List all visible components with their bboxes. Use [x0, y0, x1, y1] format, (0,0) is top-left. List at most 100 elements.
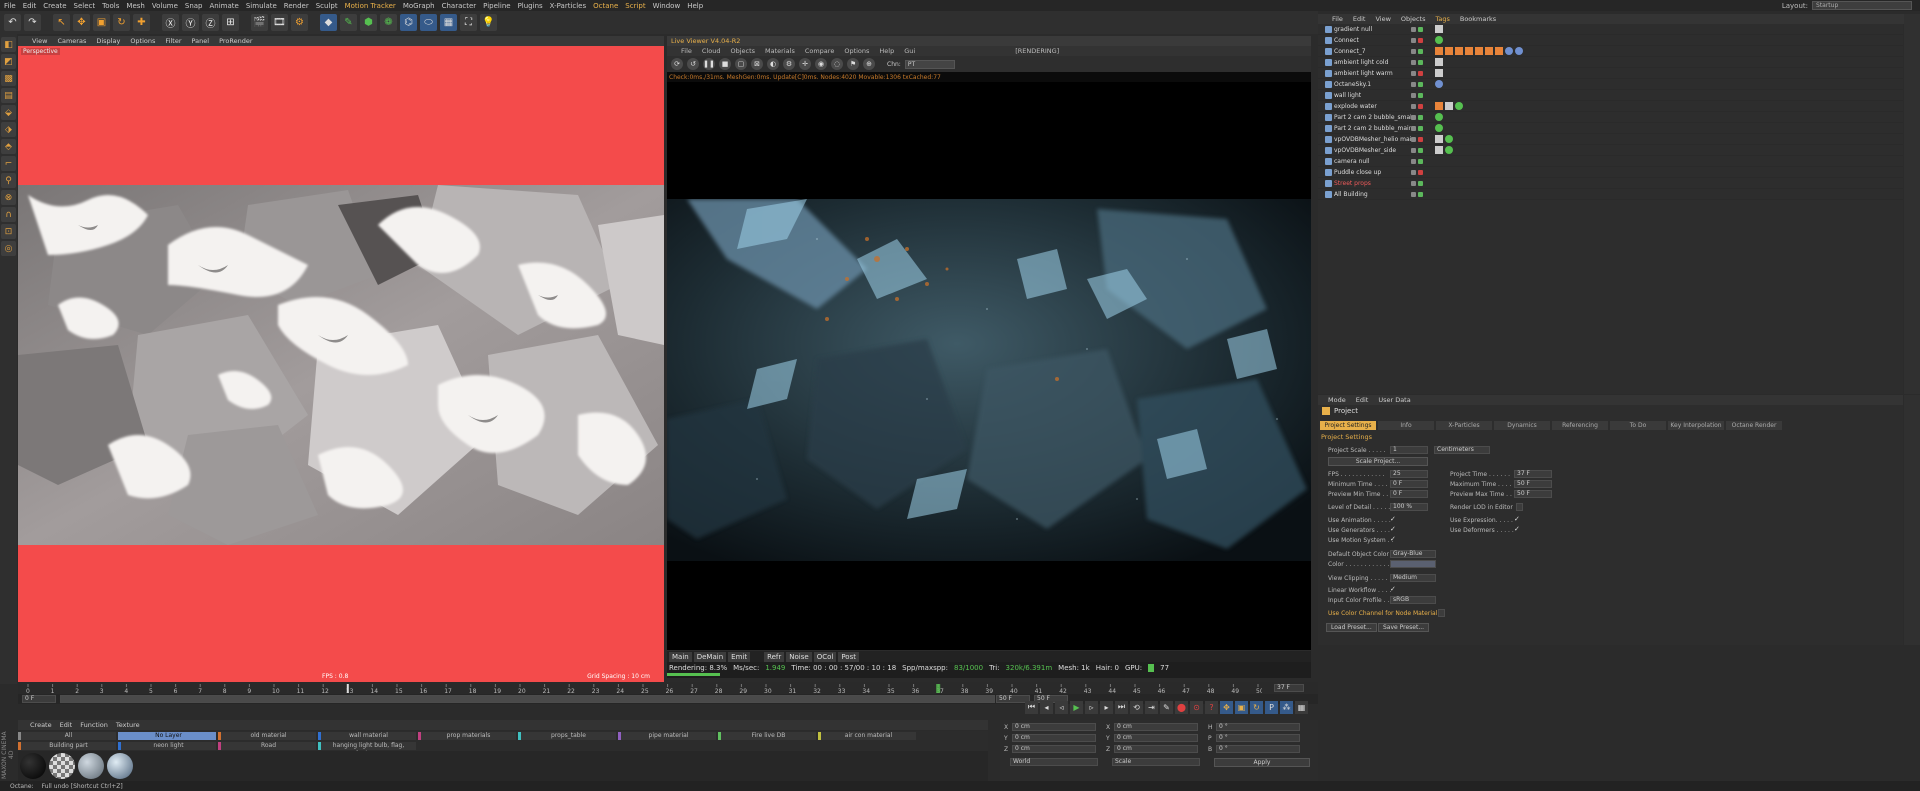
previous-frame-icon[interactable]: ◃ [1055, 700, 1068, 714]
color-swatch[interactable] [1390, 560, 1436, 568]
visibility-toggles[interactable] [1411, 26, 1429, 32]
tweak-mode-icon[interactable]: ⚲ [1, 173, 16, 188]
visibility-toggles[interactable] [1411, 103, 1429, 109]
object-tag-icon[interactable] [1445, 102, 1453, 110]
pick-material-icon[interactable]: ◉ [815, 58, 827, 70]
fps-input[interactable]: 25 [1390, 470, 1428, 478]
menu-simulate[interactable]: Simulate [246, 2, 277, 10]
use-deformers-checkbox[interactable]: ✓ [1514, 525, 1520, 533]
axis-mode-icon[interactable]: ⌐ [1, 156, 16, 171]
object-tag-icon[interactable] [1455, 47, 1463, 55]
om-menu-bookmarks[interactable]: Bookmarks [1460, 15, 1496, 23]
coord-value-input[interactable]: 0 cm [1114, 734, 1198, 742]
input-color-dropdown[interactable]: sRGB [1390, 596, 1436, 604]
mm-menu-function[interactable]: Function [80, 721, 108, 729]
layer-hanging-light-bulb-flag-lanterns[interactable]: hanging light bulb, flag, lanterns [318, 742, 416, 757]
previous-key-icon[interactable]: ◂ [1040, 700, 1053, 714]
editor-visibility-dot[interactable] [1411, 37, 1416, 43]
render-view-icon[interactable]: 🎬 [251, 14, 268, 31]
play-icon[interactable]: ▶ [1070, 700, 1083, 714]
object-row[interactable]: Part 2 cam 2 bubble_small.2 [1318, 112, 1903, 123]
coord-value-input[interactable]: 0 cm [1114, 745, 1198, 753]
edges-mode-icon[interactable]: ⬗ [1, 122, 16, 137]
menu-pipeline[interactable]: Pipeline [483, 2, 510, 10]
timeline-ruler[interactable]: 0 1 2 3 4 5 6 7 8 9 10 11 12 13 14 15 16 17 18 19 20 21 22 23 24… [22, 684, 1262, 693]
render-settings-icon[interactable]: ⚙ [291, 14, 308, 31]
object-tag-icon[interactable] [1445, 146, 1453, 154]
coord-value-input[interactable]: 0 cm [1012, 745, 1096, 753]
polygons-mode-icon[interactable]: ⬘ [1, 139, 16, 154]
menu-volume[interactable]: Volume [152, 2, 178, 10]
render-visibility-dot[interactable] [1418, 147, 1423, 153]
coord-value-input[interactable]: 0 cm [1012, 734, 1096, 742]
viewport-menu-view[interactable]: View [32, 37, 47, 45]
use-motion-checkbox[interactable]: ✓ [1390, 535, 1396, 543]
preview-max-input[interactable]: 50 F [1514, 490, 1552, 498]
lv-tab-main[interactable]: Main [669, 651, 692, 662]
am-menu-mode[interactable]: Mode [1328, 396, 1346, 404]
layer-all[interactable]: All [18, 732, 116, 740]
layer-building-part[interactable]: Building part [18, 742, 116, 750]
menu-character[interactable]: Character [442, 2, 477, 10]
current-frame-field[interactable]: 37 F [1274, 684, 1304, 692]
lv-menu-file[interactable]: File [681, 47, 692, 55]
min-time-input[interactable]: 0 F [1390, 480, 1428, 488]
lv-menu-help[interactable]: Help [879, 47, 894, 55]
render-visibility-dot[interactable] [1418, 92, 1423, 98]
viewport-scene[interactable] [18, 185, 664, 545]
layer-fire-live-db[interactable]: Fire live DB [718, 732, 816, 740]
object-row[interactable]: Connect [1318, 35, 1903, 46]
material-ball-glass[interactable] [107, 753, 133, 779]
object-row[interactable]: camera null [1318, 156, 1903, 167]
camera-icon[interactable]: ⛶ [460, 14, 477, 31]
move-icon[interactable]: ✥ [73, 14, 90, 31]
om-menu-tags[interactable]: Tags [1435, 15, 1449, 23]
lv-tab-ocol[interactable]: OCol [813, 651, 837, 662]
save-preset-button[interactable]: Save Preset... [1378, 623, 1430, 632]
stop-icon[interactable]: ■ [719, 58, 731, 70]
coord-value-input[interactable]: 0 ° [1216, 734, 1300, 742]
use-animation-checkbox[interactable]: ✓ [1390, 515, 1396, 523]
object-row[interactable]: ambient light cold [1318, 57, 1903, 68]
render-visibility-dot[interactable] [1418, 169, 1423, 175]
visibility-toggles[interactable] [1411, 114, 1429, 120]
layout-selector[interactable]: Layout: Startup [1782, 0, 1912, 11]
object-tag-icon[interactable] [1485, 47, 1493, 55]
restart-render-icon[interactable]: ↺ [687, 58, 699, 70]
object-tag-icon[interactable] [1435, 102, 1443, 110]
object-row[interactable]: vpOVDBMesher_helio main [1318, 134, 1903, 145]
editor-visibility-dot[interactable] [1411, 169, 1416, 175]
object-tag-icon[interactable] [1515, 47, 1523, 55]
record-position-icon[interactable]: ✥ [1220, 700, 1233, 714]
menu-mesh[interactable]: Mesh [126, 2, 144, 10]
object-row[interactable]: All Building [1318, 189, 1903, 200]
render-picture-viewer-icon[interactable]: 🎞 [271, 14, 288, 31]
project-scale-input[interactable]: 1 [1390, 446, 1428, 454]
editor-visibility-dot[interactable] [1411, 103, 1416, 109]
keyframe-selection-icon[interactable]: ? [1205, 700, 1218, 714]
make-editable-icon[interactable]: ◧ [1, 37, 16, 52]
visibility-toggles[interactable] [1411, 81, 1429, 87]
channel-dropdown[interactable]: PT [904, 59, 955, 69]
menu-sculpt[interactable]: Sculpt [316, 2, 338, 10]
lod-input[interactable]: 100 % [1390, 503, 1428, 511]
scale-project-button[interactable]: Scale Project... [1328, 457, 1428, 466]
preview-range-slider[interactable] [60, 695, 995, 703]
goto-icon[interactable]: ⇥ [1145, 700, 1158, 714]
material-ball-black[interactable] [20, 753, 46, 779]
render-visibility-dot[interactable] [1418, 191, 1423, 197]
am-menu-user-data[interactable]: User Data [1378, 396, 1410, 404]
render-visibility-dot[interactable] [1418, 37, 1423, 43]
object-row[interactable]: gradient null [1318, 24, 1903, 35]
material-ball-checker[interactable] [49, 753, 75, 779]
menu-animate[interactable]: Animate [210, 2, 239, 10]
coord-value-input[interactable]: 0 ° [1216, 723, 1300, 731]
lv-menu-compare[interactable]: Compare [805, 47, 835, 55]
project-scale-unit[interactable]: Centimeters [1434, 446, 1490, 454]
object-tag-icon[interactable] [1455, 102, 1463, 110]
visibility-toggles[interactable] [1411, 180, 1429, 186]
viewport-menu-prorender[interactable]: ProRender [219, 37, 252, 45]
tab-dynamics[interactable]: Dynamics [1494, 421, 1550, 430]
lv-tab-emit[interactable]: Emit [728, 651, 751, 662]
editor-visibility-dot[interactable] [1411, 114, 1416, 120]
